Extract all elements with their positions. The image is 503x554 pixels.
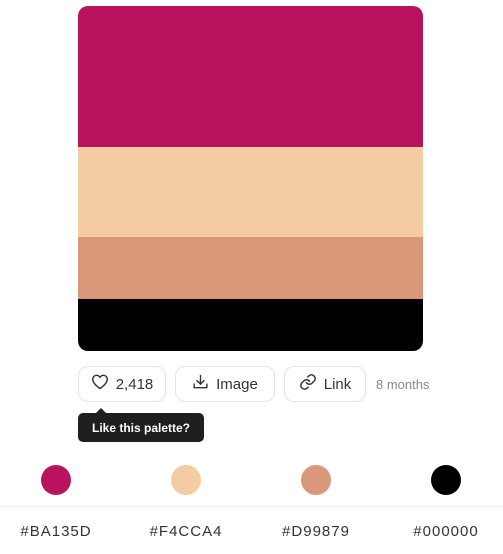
download-icon: [192, 374, 216, 394]
image-label: Image: [216, 375, 258, 393]
swatch-3[interactable]: [78, 237, 423, 299]
hex-code-3[interactable]: #D99879: [256, 523, 376, 540]
color-dot-4[interactable]: [431, 465, 461, 495]
swatch-2[interactable]: [78, 147, 423, 237]
link-icon: [299, 373, 324, 395]
color-dot-3[interactable]: [301, 465, 331, 495]
palette-actions: 2,418 Image Link 8 months: [78, 365, 429, 403]
hex-code-1[interactable]: #BA135D: [0, 523, 116, 540]
like-button[interactable]: 2,418: [78, 366, 166, 402]
heart-icon: [91, 374, 116, 394]
time-ago: 8 months: [376, 376, 430, 392]
color-dot-1[interactable]: [41, 465, 71, 495]
like-count: 2,418: [115, 375, 154, 393]
hex-code-4[interactable]: #000000: [386, 523, 503, 540]
image-button[interactable]: Image: [175, 366, 275, 402]
hex-code-2[interactable]: #F4CCA4: [126, 523, 246, 540]
link-button[interactable]: Link: [284, 366, 366, 402]
swatch-4[interactable]: [78, 299, 423, 351]
like-tooltip: Like this palette?: [78, 408, 204, 442]
divider: [0, 506, 503, 507]
swatch-1[interactable]: [78, 6, 423, 147]
color-dot-2[interactable]: [171, 465, 201, 495]
link-label: Link: [323, 375, 352, 393]
palette-card[interactable]: [78, 6, 423, 351]
